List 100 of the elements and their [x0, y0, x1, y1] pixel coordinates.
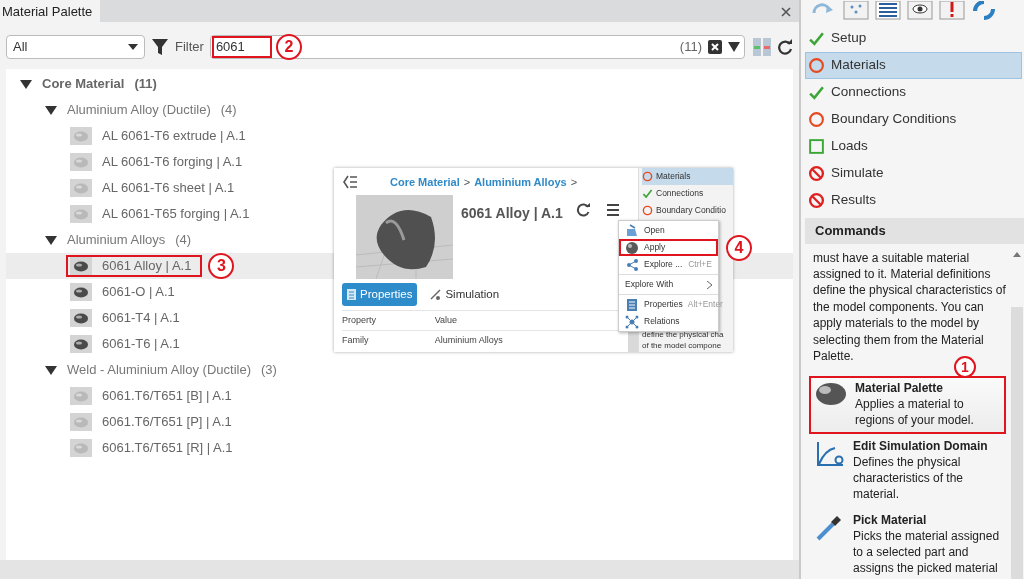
scroll-up-icon[interactable]	[1013, 251, 1021, 257]
expand-caret-icon[interactable]	[45, 105, 57, 115]
panel-tab[interactable]: Material Palette	[0, 0, 101, 22]
material-swatch-icon	[70, 205, 92, 223]
menu-item[interactable]: Explore ... Ctrl+E	[619, 256, 718, 273]
tree-item[interactable]: 6061-O | A.1	[102, 282, 175, 302]
node-count: (11)	[134, 75, 157, 94]
tree-item[interactable]: 6061-T4 | A.1	[102, 308, 180, 328]
material-swatch-icon	[70, 309, 92, 327]
detail-tab[interactable]: Simulation	[425, 282, 505, 306]
tree-node[interactable]: Core Material	[42, 74, 125, 94]
list-icon	[347, 288, 356, 300]
result-count: (11)	[679, 38, 702, 57]
dots-icon[interactable]	[843, 1, 869, 20]
shortcut-label: Ctrl+E	[688, 258, 712, 271]
clear-icon[interactable]	[708, 40, 722, 54]
command-item[interactable]: Edit Simulation Domain Defines the physical characteristics of the material.	[809, 434, 1006, 509]
prohibited-icon	[808, 165, 825, 182]
refresh-icon[interactable]	[777, 39, 793, 55]
material-swatch-icon	[70, 283, 92, 301]
tree-item[interactable]: 6061-T6 | A.1	[102, 334, 180, 354]
table-cell: Aluminium Alloys	[434, 330, 620, 351]
cycle-icon[interactable]	[971, 1, 997, 20]
menu-item[interactable]: Relations	[619, 313, 718, 330]
step-item[interactable]: Setup	[831, 28, 867, 49]
step-item[interactable]: Connections	[831, 82, 907, 103]
tree-item[interactable]: 6061.T6/T651 [R] | A.1	[102, 438, 233, 458]
tree-item[interactable]: AL 6061-T6 extrude | A.1	[102, 126, 246, 146]
tree-node[interactable]: Aluminium Alloy (Ductile)	[67, 100, 211, 120]
eye-icon[interactable]	[907, 1, 933, 20]
command-item[interactable]: Pick Material Picks the material assigned to a selected part and assigns the picked material	[809, 508, 1006, 579]
table-cell: Family	[342, 330, 435, 351]
list-icon	[625, 297, 639, 312]
step-item[interactable]: Loads	[831, 136, 868, 157]
help-text: define the physical cha	[642, 330, 725, 341]
tree-item[interactable]: AL 6061-T6 forging | A.1	[102, 152, 243, 172]
breadcrumb-link[interactable]: Aluminium Alloys	[474, 174, 567, 191]
close-icon[interactable]	[781, 6, 791, 17]
expand-caret-icon[interactable]	[20, 79, 32, 89]
command-item[interactable]: Material Palette Applies a material to regions of your model.	[809, 376, 1006, 435]
material-swatch-icon	[70, 179, 92, 197]
tree-item[interactable]: 6061 Alloy | A.1	[102, 256, 192, 276]
node-count: (3)	[261, 361, 277, 380]
circle-icon	[808, 111, 825, 128]
filter-text[interactable]: 6061	[213, 38, 270, 56]
callout-marker: 3	[208, 253, 235, 279]
filter-field[interactable]: 6061 2 (11)	[209, 35, 745, 59]
tree-item[interactable]: AL 6061-T65 forging | A.1	[102, 204, 250, 224]
tree-item[interactable]: 6061.T6/T651 [B] | A.1	[102, 386, 232, 406]
detail-tab[interactable]: Properties	[342, 282, 418, 306]
caret-icon[interactable]	[728, 42, 740, 52]
column-header: Property	[342, 310, 435, 331]
step-item[interactable]: Materials	[831, 55, 886, 76]
tree-node[interactable]: Aluminium Alloys	[67, 230, 166, 250]
help-text: of the model compone	[642, 340, 723, 351]
scrollbar-thumb[interactable]	[1011, 306, 1023, 579]
step-item[interactable]: Results	[831, 190, 876, 211]
material-swatch-icon	[70, 257, 92, 275]
filter-label: Filter	[175, 38, 204, 57]
filter-icon	[151, 38, 169, 56]
menu-icon[interactable]	[606, 202, 620, 217]
check-icon	[808, 84, 825, 101]
network-icon	[625, 314, 639, 329]
table-icon[interactable]	[875, 1, 901, 20]
material-swatch-icon	[70, 127, 92, 145]
caret-icon	[128, 44, 138, 50]
menu-item[interactable]: Explore With	[619, 276, 718, 293]
tree-item[interactable]: AL 6061-T6 sheet | A.1	[102, 178, 235, 198]
breadcrumb-separator: >	[570, 175, 578, 190]
sphere-icon	[625, 240, 639, 255]
section-header: Commands	[805, 218, 1024, 244]
alert-icon[interactable]	[939, 1, 965, 20]
command-description: Defines the physical characteristics of the material.	[853, 454, 965, 503]
check-icon	[642, 188, 653, 199]
collapse-icon[interactable]	[342, 174, 358, 191]
folder-icon	[625, 223, 639, 238]
breadcrumb-link[interactable]: Core Material	[390, 174, 460, 191]
square-icon	[808, 138, 825, 155]
material-swatch-icon	[70, 335, 92, 353]
step-item[interactable]: Boundary Conditions	[831, 109, 957, 130]
step-item[interactable]: Simulate	[831, 163, 884, 184]
material-swatch-icon	[70, 413, 92, 431]
step-item[interactable]: Boundary Conditio	[656, 204, 726, 217]
circle-icon	[642, 205, 653, 216]
command-title: Pick Material	[853, 512, 928, 529]
callout-marker: 2	[275, 34, 302, 60]
node-count: (4)	[220, 101, 237, 120]
scope-dropdown[interactable]: All	[6, 35, 145, 59]
circle-icon	[642, 171, 653, 182]
material-title: 6061 Alloy | A.1	[461, 203, 563, 223]
refresh-icon[interactable]	[576, 202, 590, 217]
tree-item[interactable]: 6061.T6/T651 [P] | A.1	[102, 412, 232, 432]
compare-icon[interactable]	[753, 38, 771, 56]
tree-node[interactable]: Weld - Aluminium Alloy (Ductile)	[67, 360, 251, 380]
expand-caret-icon[interactable]	[45, 365, 57, 375]
step-item[interactable]: Connections	[656, 187, 704, 200]
expand-caret-icon[interactable]	[45, 235, 57, 245]
callout-marker: 1	[954, 356, 976, 379]
command-description: Applies a material to regions of your model.	[855, 396, 975, 429]
command-title: Edit Simulation Domain	[853, 438, 989, 455]
